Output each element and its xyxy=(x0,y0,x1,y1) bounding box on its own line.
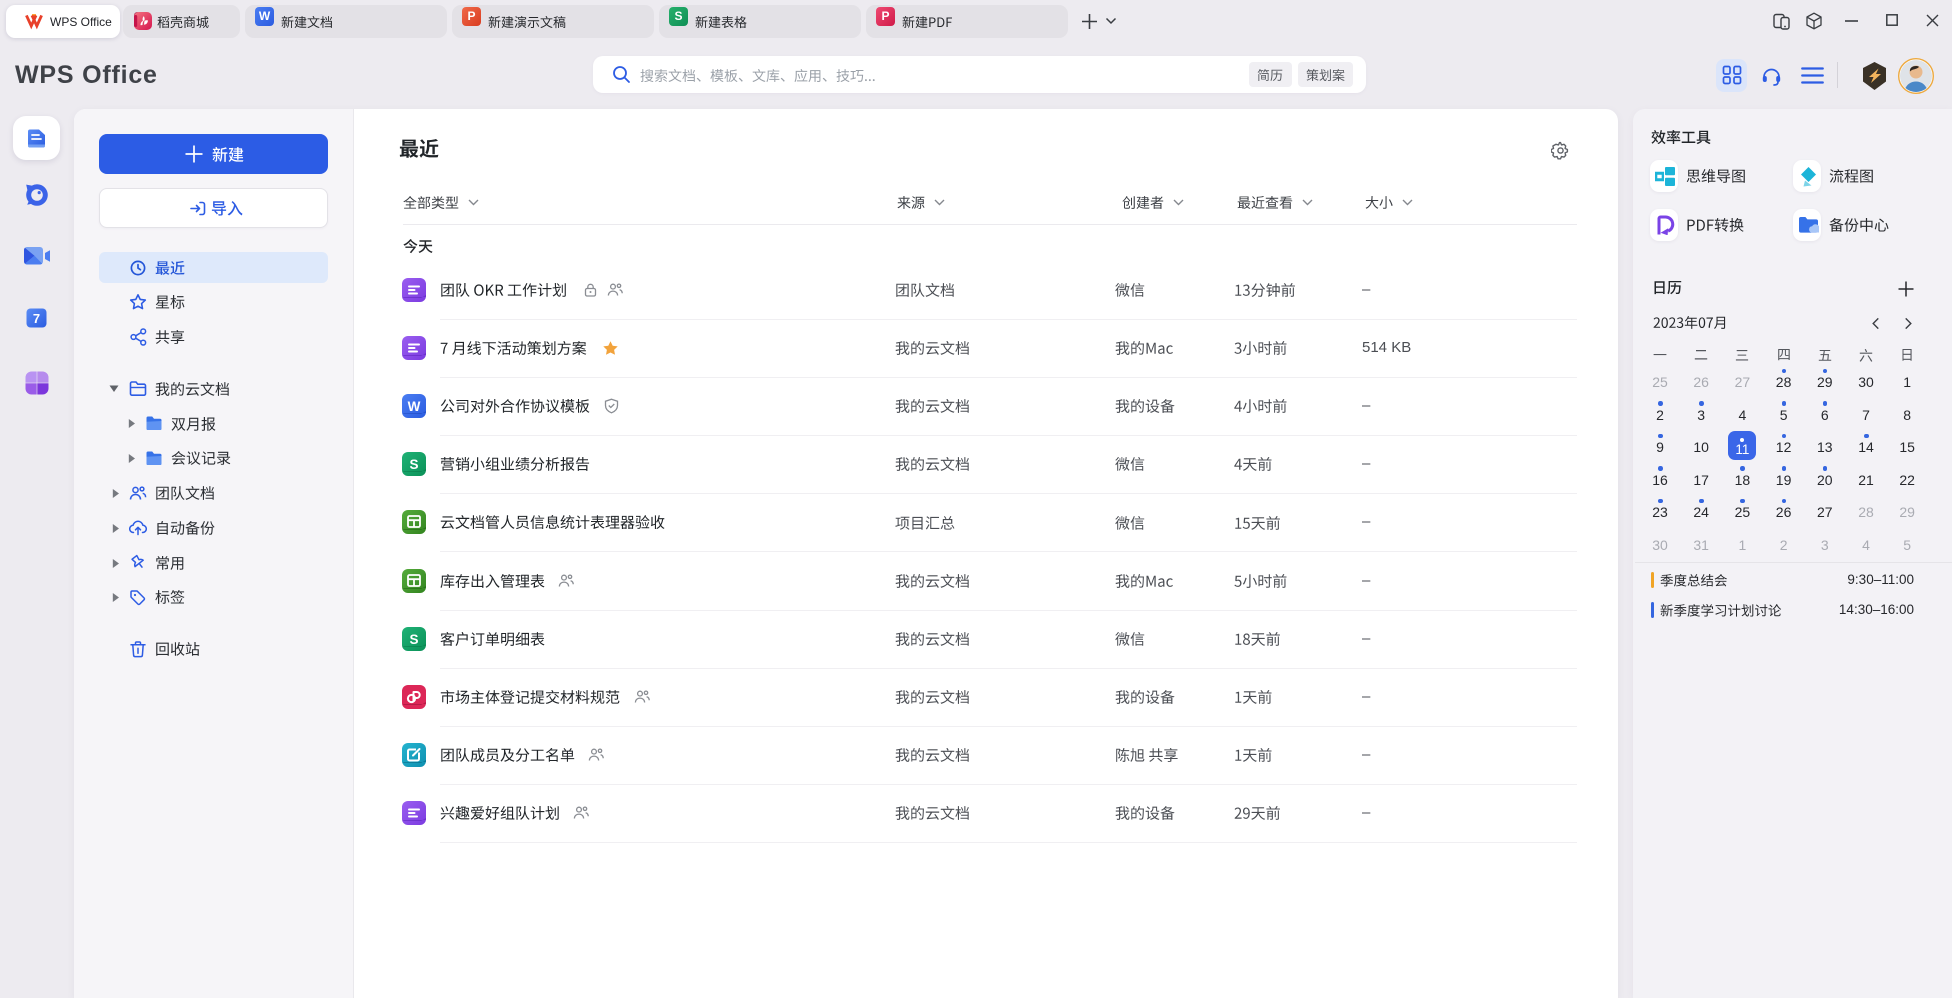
svg-text:S: S xyxy=(409,457,418,472)
svg-text:7: 7 xyxy=(33,311,40,326)
svg-text:S: S xyxy=(409,632,418,647)
svg-text:W: W xyxy=(408,399,421,414)
